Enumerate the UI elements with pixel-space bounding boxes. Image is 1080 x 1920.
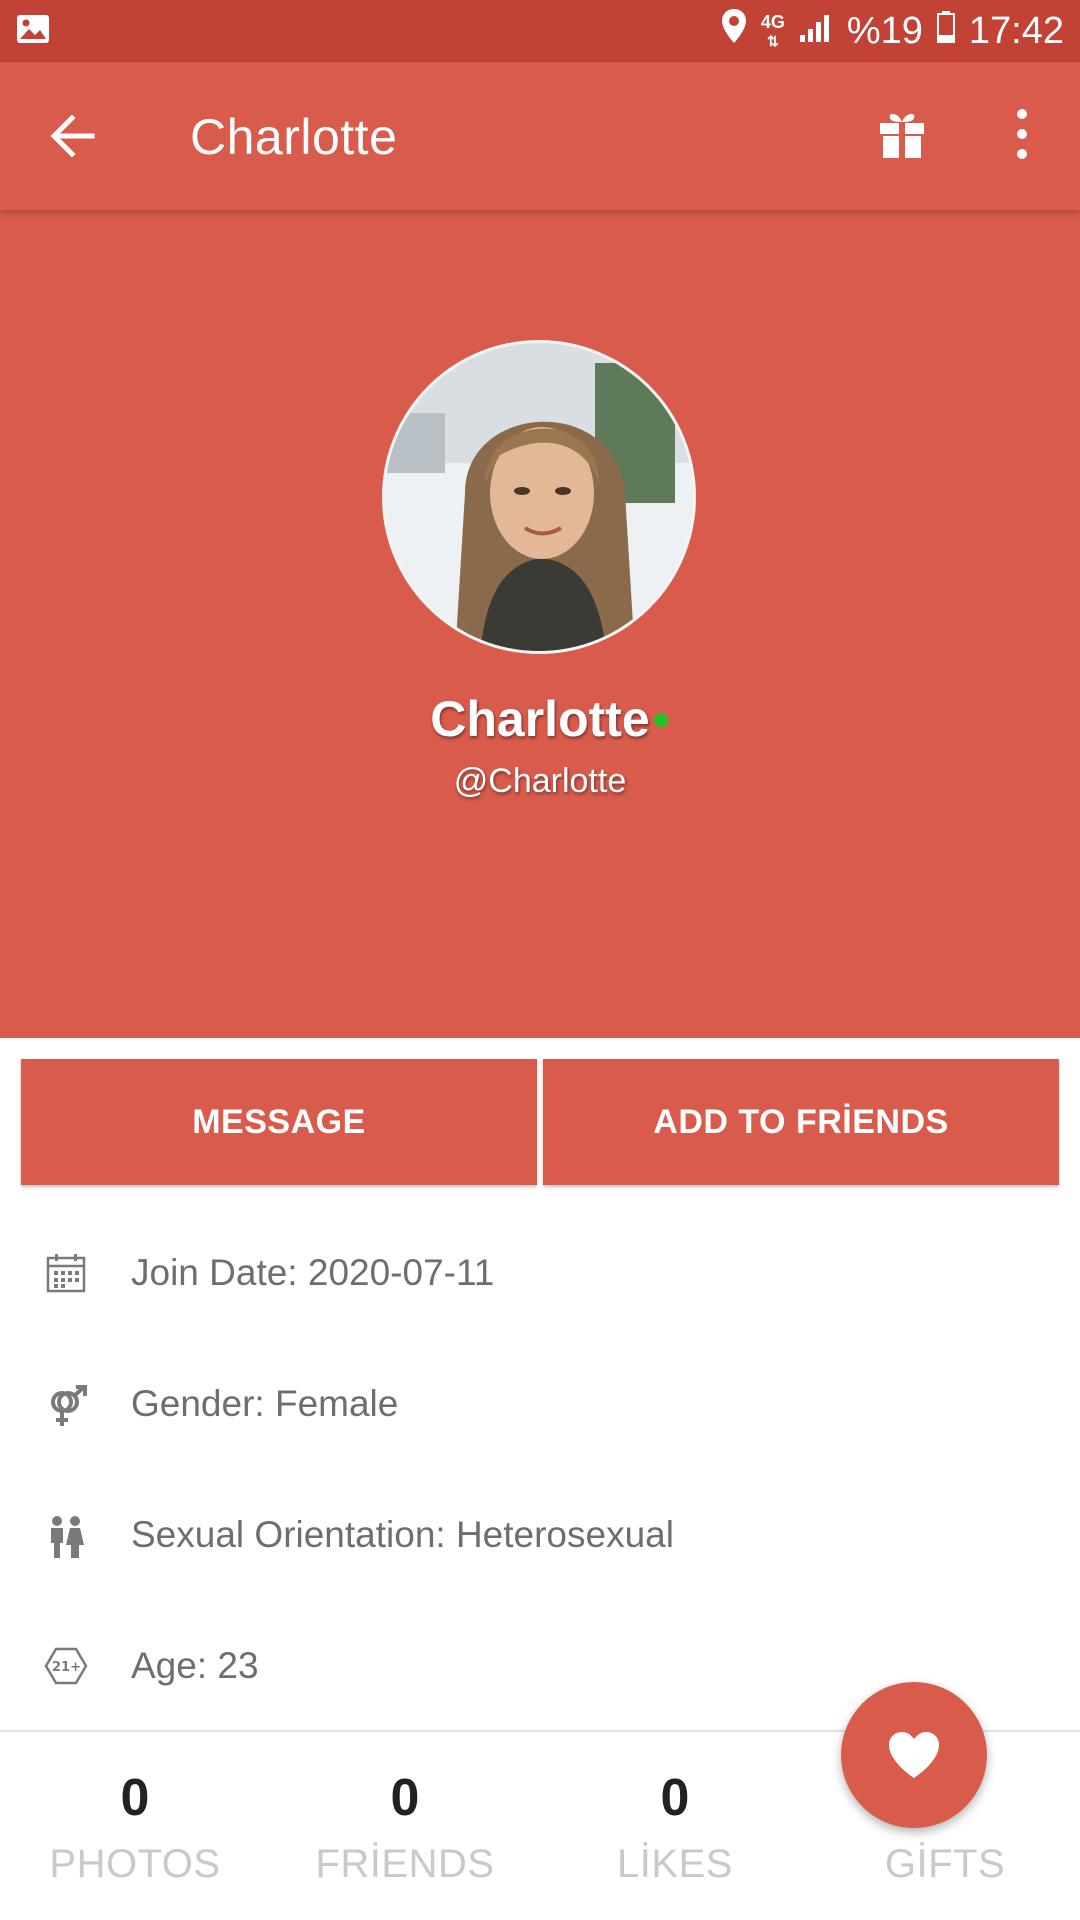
back-button[interactable] bbox=[44, 106, 104, 166]
username-handle: @Charlotte bbox=[453, 762, 627, 800]
status-indicators: 4G ⇅ %19 17:42 bbox=[721, 8, 1064, 54]
page-title: Charlotte bbox=[190, 109, 398, 165]
more-options-button[interactable] bbox=[1000, 104, 1044, 168]
age-text: Age: 23 bbox=[131, 1645, 259, 1686]
likes-count: 0 bbox=[660, 1769, 690, 1827]
gender-icon bbox=[44, 1384, 88, 1426]
friends-count: 0 bbox=[390, 1769, 420, 1827]
status-bar: 4G ⇅ %19 17:42 bbox=[0, 0, 1080, 62]
signal-icon bbox=[799, 10, 833, 53]
clock: 17:42 bbox=[968, 9, 1064, 52]
photos-count: 0 bbox=[120, 1769, 150, 1827]
add-to-friends-button[interactable]: ADD TO FRİENDS bbox=[543, 1059, 1059, 1185]
likes-label: LİKES bbox=[617, 1842, 733, 1886]
send-gift-button[interactable] bbox=[876, 108, 928, 160]
info-row-gender: Gender: Female bbox=[0, 1338, 1080, 1469]
heart-icon bbox=[889, 1732, 939, 1778]
stat-likes[interactable]: 0 LİKES bbox=[540, 1732, 810, 1920]
network-type: 4G ⇅ bbox=[760, 11, 785, 49]
gallery-notification-icon bbox=[16, 14, 50, 49]
like-button[interactable] bbox=[841, 1682, 987, 1828]
profile-screen: 4G ⇅ %19 17:42 Charlotte Charlotte @Char… bbox=[0, 0, 1080, 1920]
calendar-icon bbox=[44, 1253, 88, 1293]
location-icon bbox=[721, 8, 747, 54]
message-button[interactable]: MESSAGE bbox=[21, 1059, 537, 1185]
info-row-orientation: Sexual Orientation: Heterosexual bbox=[0, 1469, 1080, 1600]
display-name: Charlotte bbox=[430, 691, 650, 747]
gender-text: Gender: Female bbox=[131, 1383, 399, 1424]
friends-label: FRİENDS bbox=[315, 1842, 495, 1886]
back-arrow-icon bbox=[50, 114, 95, 158]
info-row-join-date: Join Date: 2020-07-11 bbox=[0, 1207, 1080, 1338]
gifts-label: GİFTS bbox=[884, 1842, 1006, 1886]
photos-label: PHOTOS bbox=[49, 1842, 221, 1886]
app-bar: Charlotte bbox=[0, 62, 1080, 210]
avatar[interactable] bbox=[382, 340, 696, 654]
online-status-indicator bbox=[654, 713, 668, 727]
age-21-plus-icon: 21+ bbox=[44, 1646, 88, 1686]
more-vert-icon bbox=[1017, 109, 1027, 159]
profile-photo bbox=[385, 343, 693, 651]
couple-icon bbox=[44, 1515, 88, 1558]
orientation-text: Sexual Orientation: Heterosexual bbox=[131, 1514, 674, 1555]
profile-header: Charlotte @Charlotte bbox=[0, 210, 1080, 1038]
battery-icon bbox=[936, 10, 955, 53]
gift-icon bbox=[880, 113, 924, 158]
battery-percent: %19 bbox=[846, 9, 923, 52]
svg-text:21+: 21+ bbox=[52, 1660, 81, 1675]
stat-photos[interactable]: 0 PHOTOS bbox=[0, 1732, 270, 1920]
stat-friends[interactable]: 0 FRİENDS bbox=[270, 1732, 540, 1920]
join-date-text: Join Date: 2020-07-11 bbox=[131, 1252, 495, 1293]
